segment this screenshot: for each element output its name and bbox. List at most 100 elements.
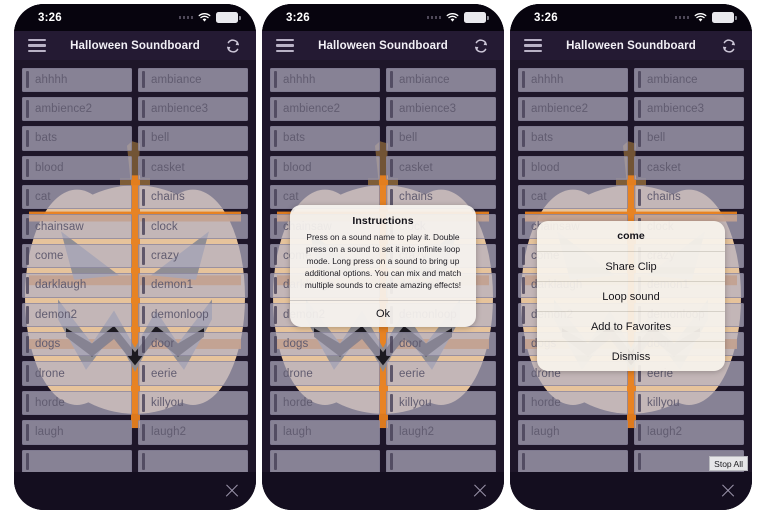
action-sheet-title: come	[617, 230, 645, 242]
sound-label: demonloop	[151, 308, 209, 321]
sound-cell[interactable]: chains	[631, 183, 747, 212]
cell-accent-bar	[26, 129, 29, 148]
sound-cell[interactable]: ambience3	[631, 94, 747, 123]
cell-accent-bar	[638, 71, 641, 89]
sound-cell[interactable]: drone	[19, 359, 135, 388]
soundboard-area: ahhhh ambiance ambience2 ambience3 bats …	[262, 60, 504, 472]
sound-cell[interactable]	[515, 447, 631, 472]
sound-cell[interactable]: cat	[515, 183, 631, 212]
action-sheet-item-add-to-favorites[interactable]: Add to Favorites	[537, 312, 725, 341]
hamburger-menu-icon[interactable]	[28, 38, 46, 53]
action-sheet-item-loop-sound[interactable]: Loop sound	[537, 282, 725, 311]
sound-cell[interactable]: bell	[631, 124, 747, 153]
sound-cell[interactable]: bats	[515, 124, 631, 153]
close-x-icon[interactable]	[720, 483, 736, 499]
sound-label: blood	[35, 161, 64, 174]
battery-icon	[216, 12, 241, 23]
sound-label: ambience3	[151, 103, 209, 116]
close-x-icon[interactable]	[224, 483, 240, 499]
cell-accent-bar	[522, 129, 525, 148]
sound-cell[interactable]: laugh	[19, 418, 135, 447]
refresh-icon[interactable]	[472, 37, 490, 55]
cell-accent-bar	[522, 247, 525, 265]
sound-cell[interactable]: ambience3	[135, 94, 251, 123]
sound-cell[interactable]: ambiance	[631, 65, 747, 94]
sound-cell[interactable]: ambiance	[135, 65, 251, 94]
sound-cell[interactable]: crazy	[135, 241, 251, 270]
sound-cell[interactable]: ahhhh	[515, 65, 631, 94]
sound-cell[interactable]: ambience2	[515, 94, 631, 123]
action-sheet-item-share-clip[interactable]: Share Clip	[537, 252, 725, 281]
sound-cell[interactable]: killyou	[135, 388, 251, 417]
sound-cell[interactable]: eerie	[135, 359, 251, 388]
hamburger-menu-icon[interactable]	[524, 38, 542, 53]
sound-cell[interactable]	[135, 447, 251, 472]
sound-cell[interactable]: laugh	[515, 418, 631, 447]
sound-cell[interactable]: casket	[631, 153, 747, 182]
sound-cell[interactable]: laugh2	[631, 418, 747, 447]
bottom-bar	[262, 472, 504, 510]
cell-accent-bar	[142, 306, 145, 324]
sound-cell[interactable]: demonloop	[135, 300, 251, 329]
sound-cell[interactable]	[19, 447, 135, 472]
cell-accent-bar	[142, 159, 145, 177]
sound-cell[interactable]: blood	[515, 153, 631, 182]
sound-cell[interactable]: chainsaw	[19, 212, 135, 241]
cell-accent-bar	[142, 247, 145, 265]
cell-accent-bar	[142, 364, 145, 383]
cell-accent-bar	[522, 188, 525, 206]
sound-label: laugh	[531, 426, 560, 439]
sound-cell[interactable]: bell	[135, 124, 251, 153]
sound-label: darklaugh	[35, 279, 87, 292]
cell-accent-bar	[142, 188, 145, 206]
cell-accent-bar	[26, 276, 29, 295]
sound-cell[interactable]: ambience2	[19, 94, 135, 123]
cell-accent-bar	[142, 394, 145, 412]
sound-cell[interactable]: horde	[19, 388, 135, 417]
refresh-icon[interactable]	[224, 37, 242, 55]
sound-cell[interactable]: clock	[135, 212, 251, 241]
sound-cell[interactable]: killyou	[631, 388, 747, 417]
cell-accent-bar	[142, 217, 145, 236]
sound-cell[interactable]: come	[19, 241, 135, 270]
cell-accent-bar	[638, 188, 641, 206]
sound-label: clock	[151, 220, 178, 233]
signal-dots-icon	[426, 16, 441, 19]
sound-cell[interactable]: demon1	[135, 271, 251, 300]
sound-cell[interactable]: darklaugh	[19, 271, 135, 300]
cell-accent-bar	[142, 276, 145, 295]
ok-button[interactable]: Ok	[290, 301, 476, 327]
hamburger-menu-icon[interactable]	[276, 38, 294, 53]
action-sheet: come Share Clip Loop sound Add to Favori…	[537, 221, 725, 371]
cell-accent-bar	[522, 394, 525, 412]
sound-cell[interactable]: ahhhh	[19, 65, 135, 94]
phone-panel-instructions: 3:26 Halloween Soundboard ahhhh ambiance…	[262, 4, 504, 510]
sound-label: demon2	[35, 308, 78, 321]
sound-cell[interactable]: chains	[135, 183, 251, 212]
cell-accent-bar	[26, 306, 29, 324]
cell-accent-bar	[522, 217, 525, 236]
cell-accent-bar	[142, 129, 145, 148]
sound-cell[interactable]: casket	[135, 153, 251, 182]
soundboard-area: ahhhh ambiance ambience2 ambience3 bats …	[510, 60, 752, 472]
close-x-icon[interactable]	[472, 483, 488, 499]
sound-label: ahhhh	[35, 73, 68, 86]
cell-accent-bar	[638, 453, 641, 471]
refresh-icon[interactable]	[720, 37, 738, 55]
sound-cell[interactable]: blood	[19, 153, 135, 182]
sound-cell[interactable]: demon2	[19, 300, 135, 329]
nav-bar: Halloween Soundboard	[14, 31, 256, 60]
sound-cell[interactable]: bats	[19, 124, 135, 153]
sound-cell[interactable]: dogs	[19, 330, 135, 359]
cell-accent-bar	[522, 159, 525, 177]
cell-accent-bar	[26, 453, 29, 471]
sound-cell[interactable]: cat	[19, 183, 135, 212]
battery-icon	[712, 12, 737, 23]
sound-label: ambience2	[35, 103, 93, 116]
sound-cell[interactable]: laugh2	[135, 418, 251, 447]
sound-cell[interactable]: door	[135, 330, 251, 359]
action-sheet-item-dismiss[interactable]: Dismiss	[537, 342, 725, 371]
sound-label: drone	[35, 367, 65, 380]
status-time: 3:26	[38, 11, 62, 24]
sound-cell[interactable]: horde	[515, 388, 631, 417]
